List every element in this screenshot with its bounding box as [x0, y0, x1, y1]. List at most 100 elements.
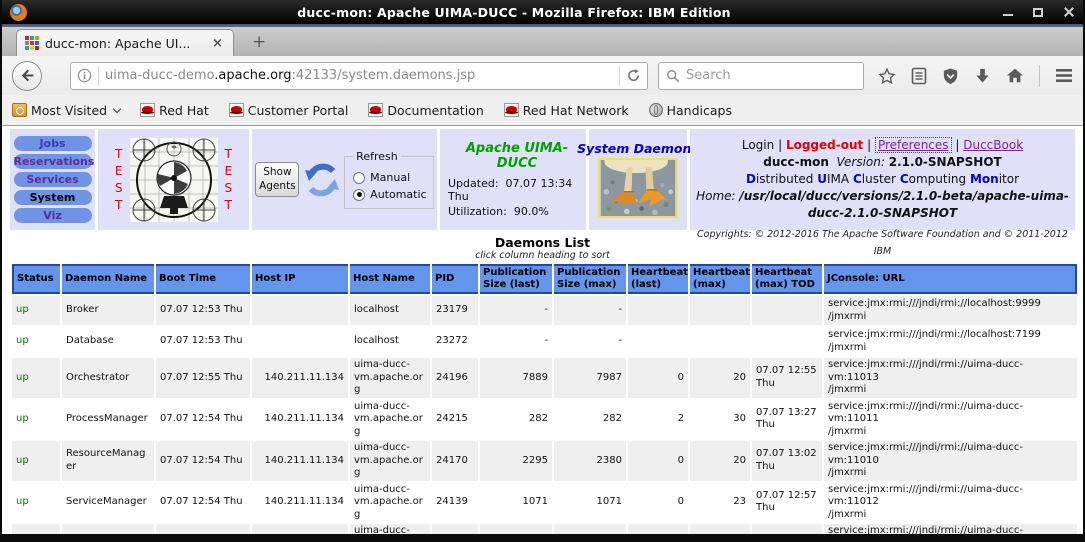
sidebar-item-system[interactable]: System: [14, 190, 92, 205]
cell-publication-size-max: 1071: [554, 483, 626, 523]
column-header-status[interactable]: Status: [12, 264, 60, 294]
refresh-automatic-radio[interactable]: Automatic: [353, 188, 426, 201]
back-arrow-icon: [19, 67, 36, 84]
brand-panel: Apache UIMA-DUCC Updated: 07.07 13:34 Th…: [440, 129, 586, 230]
navigation-toolbar: uima-ducc-demo.apache.org:42133/system.d…: [2, 56, 1083, 95]
daemons-table: StatusDaemon NameBoot TimeHost IPHost Na…: [10, 262, 1079, 534]
reload-icon[interactable]: [626, 68, 641, 83]
cell-jconsole-url: service:jmx:rmi:///jndi/rmi://uima-ducc-…: [824, 524, 1077, 534]
column-header-heartbeat-max-tod[interactable]: Heartbeat (max) TOD: [752, 264, 822, 294]
column-header-heartbeat-last[interactable]: Heartbeat (last): [628, 264, 688, 294]
sidebar-item-jobs[interactable]: Jobs: [14, 136, 92, 151]
login-line: Login | Logged-out | Preferences | DuccB…: [690, 137, 1075, 154]
column-header-host-ip[interactable]: Host IP: [252, 264, 348, 294]
browser-window: ducc-mon: Apache UIMA-DUCC - Mozilla Fir…: [0, 0, 1085, 542]
cell-heartbeat-max-tod: 07.07 12:57 Thu: [752, 483, 822, 523]
column-header-boot-time[interactable]: Boot Time: [156, 264, 250, 294]
shield-icon[interactable]: [942, 67, 959, 85]
radio-icon: [353, 189, 365, 201]
chevron-down-icon: [113, 104, 121, 112]
login-link[interactable]: Login: [742, 138, 774, 152]
bookmark-label: Customer Portal: [248, 103, 349, 118]
refresh-fieldset: Refresh Manual Automatic: [344, 150, 433, 209]
radio-icon: [353, 172, 365, 184]
bookmarks-list-icon[interactable]: [911, 67, 927, 85]
cell-jconsole-url: service:jmx:rmi:///jndi/rmi://uima-ducc-…: [824, 483, 1077, 523]
refresh-legend: Refresh: [353, 150, 401, 163]
cell-heartbeat-last: 0: [628, 358, 688, 398]
cell-daemon-name: Broker: [62, 296, 154, 325]
page-title: System Daemons: [577, 141, 699, 156]
cell-status: up: [12, 358, 60, 398]
back-button[interactable]: [12, 61, 42, 91]
column-header-publication-size-max[interactable]: Publication Size (max): [554, 264, 626, 294]
duccbook-link[interactable]: DuccBook: [963, 138, 1023, 152]
logged-out-status: Logged-out: [786, 138, 863, 152]
cell-pid: 24215: [432, 400, 478, 440]
cell-jconsole-url: service:jmx:rmi:///jndi/rmi://localhost:…: [824, 296, 1077, 325]
redhat-icon: [368, 103, 383, 117]
close-button[interactable]: [1061, 6, 1075, 18]
cell-host-ip: 140.211.11.134: [252, 358, 348, 398]
test-letter: S: [225, 181, 233, 195]
cell-host-name: uima-ducc-vm.apache.org: [350, 483, 430, 523]
tab-close-icon[interactable]: ×: [210, 37, 225, 50]
column-header-jconsole-url[interactable]: JConsole: URL: [824, 264, 1077, 294]
cell-jconsole-url: service:jmx:rmi:///jndi/rmi://uima-ducc-…: [824, 441, 1077, 481]
maximize-button[interactable]: [1031, 6, 1045, 18]
minimize-button[interactable]: [1001, 6, 1015, 18]
downloads-icon[interactable]: [974, 67, 991, 85]
bookmark-red-hat-network[interactable]: Red Hat Network: [504, 103, 629, 118]
column-header-host-name[interactable]: Host Name: [350, 264, 430, 294]
preferences-link[interactable]: Preferences: [875, 137, 952, 153]
column-header-heartbeat-max[interactable]: Heartbeat (max): [690, 264, 750, 294]
cell-pid: 24139: [432, 483, 478, 523]
cell-boot-time: 07.07 12:54 Thu: [156, 441, 250, 481]
cell-host-name: localhost: [350, 296, 430, 325]
refresh-manual-radio[interactable]: Manual: [353, 171, 426, 184]
show-agents-button[interactable]: Show Agents: [255, 162, 299, 196]
copyright: Copyrights: © 2012-2016 The Apache Softw…: [690, 226, 1075, 260]
cell-host-ip: [252, 296, 348, 325]
column-header-pid[interactable]: PID: [432, 264, 478, 294]
cell-host-name: uima-ducc-vm.apache.org: [350, 524, 430, 534]
bookmark-customer-portal[interactable]: Customer Portal: [229, 103, 349, 118]
sidebar-item-viz[interactable]: Viz: [14, 208, 92, 223]
home-icon[interactable]: [1006, 67, 1024, 84]
cell-heartbeat-last: [628, 327, 688, 356]
refresh-icon[interactable]: [303, 161, 341, 199]
menu-icon[interactable]: [1055, 68, 1073, 83]
test-letter: S: [115, 181, 123, 195]
bookmark-red-hat[interactable]: Red Hat: [140, 103, 209, 118]
search-input[interactable]: Search: [658, 62, 864, 90]
sidebar-nav: Jobs Reservations Services System Viz: [10, 129, 95, 230]
test-letter: E: [225, 164, 233, 178]
cell-daemon-name: Webserver: [62, 524, 154, 534]
table-row: upOrchestrator07.07 12:55 Thu140.211.11.…: [12, 358, 1077, 398]
cell-status: up: [12, 327, 60, 356]
test-label-right: TEST: [225, 147, 233, 212]
cell-publication-size-max: -: [554, 327, 626, 356]
cell-pid: 23179: [432, 296, 478, 325]
sidebar-item-reservations[interactable]: Reservations: [14, 154, 92, 169]
cell-heartbeat-max-tod: [752, 524, 822, 534]
cell-status: up: [12, 441, 60, 481]
table-row: upResourceManager07.07 12:54 Thu140.211.…: [12, 441, 1077, 481]
bookmark-documentation[interactable]: Documentation: [368, 103, 483, 118]
bookmark-most-visited[interactable]: Most Visited: [12, 103, 120, 118]
column-header-publication-size-last[interactable]: Publication Size (last): [480, 264, 552, 294]
table-header-row: StatusDaemon NameBoot TimeHost IPHost Na…: [12, 264, 1077, 294]
column-header-daemon-name[interactable]: Daemon Name: [62, 264, 154, 294]
address-bar[interactable]: uima-ducc-demo.apache.org:42133/system.d…: [70, 62, 648, 90]
sidebar-item-services[interactable]: Services: [14, 172, 92, 187]
test-letter: T: [225, 147, 233, 161]
home-line: Home: /usr/local/ducc/versions/2.1.0-bet…: [690, 188, 1075, 222]
bookmark-handicaps[interactable]: Handicaps: [649, 103, 732, 118]
cell-boot-time: 07.07 12:55 Thu: [156, 358, 250, 398]
cell-daemon-name: Database: [62, 327, 154, 356]
new-tab-button[interactable]: +: [244, 32, 274, 53]
bookmark-star-icon[interactable]: [878, 67, 896, 85]
tab-ducc-mon[interactable]: ducc-mon: Apache UI... ×: [16, 29, 234, 56]
table-row: upServiceManager07.07 12:54 Thu140.211.1…: [12, 483, 1077, 523]
bookmarks-toolbar: Most Visited Red Hat Customer Portal Docume…: [2, 95, 1083, 126]
